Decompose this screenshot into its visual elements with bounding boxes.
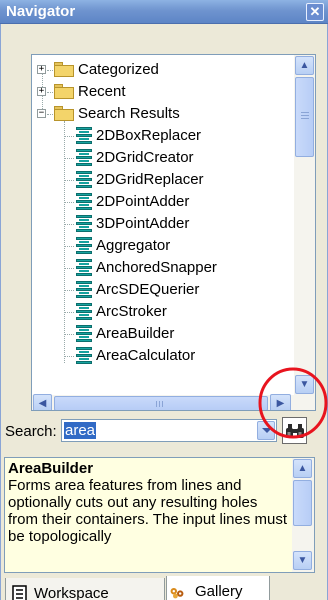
navigator-window: Navigator ✕ + Categorized + Recent − Search R… [0, 0, 328, 600]
transformer-icon [76, 193, 92, 211]
close-icon: ✕ [309, 4, 321, 19]
tab-gallery[interactable]: Gallery [166, 576, 270, 600]
tree-horizontal-scrollbar[interactable]: ◀ ▶ [32, 394, 315, 410]
expand-icon[interactable]: + [37, 87, 46, 96]
tree-category-row[interactable]: + Recent [32, 81, 292, 103]
folder-icon [54, 106, 74, 121]
tree-result-label: AnchoredSnapper [96, 259, 217, 276]
folder-icon [54, 84, 74, 99]
scroll-up-button[interactable]: ▲ [295, 56, 314, 75]
tree-result-item[interactable]: AreaBuilder [32, 323, 292, 345]
workspace-icon [12, 585, 27, 600]
transformer-icon [76, 259, 92, 277]
tree-result-label: Aggregator [96, 237, 171, 254]
tree-result-label: 2DGridCreator [96, 149, 194, 166]
title-bar: Navigator ✕ [0, 0, 328, 24]
tree-vscroll-thumb[interactable] [295, 77, 314, 157]
tree-vertical-scrollbar[interactable]: ▲ ▼ [294, 55, 315, 395]
tree-result-item[interactable]: 2DGridReplacer [32, 169, 292, 191]
tree-result-item[interactable]: AnchoredSnapper [32, 257, 292, 279]
chevron-down-icon [262, 428, 272, 433]
tree-category-row[interactable]: + Categorized [32, 59, 292, 81]
transformer-tree[interactable]: + Categorized + Recent − Search Results 2DBoxR… [31, 54, 316, 411]
panel-tabs: Workspace Gallery [1, 574, 327, 600]
search-label: Search: [5, 423, 57, 440]
tree-result-label: 3DPointAdder [96, 215, 190, 232]
tree-result-label: AreaBuilder [96, 325, 175, 342]
scroll-right-button[interactable]: ▶ [270, 394, 291, 410]
expand-icon[interactable]: + [37, 65, 46, 74]
desc-vscroll-thumb[interactable] [293, 480, 312, 526]
folder-icon [54, 62, 74, 77]
scroll-left-button[interactable]: ◀ [33, 394, 52, 410]
navigator-panel: + Categorized + Recent − Search Results 2DBoxR… [0, 24, 328, 600]
window-title: Navigator [6, 3, 76, 20]
description-panel: AreaBuilder Forms area features from lin… [4, 457, 315, 573]
description-title: AreaBuilder [8, 460, 94, 477]
description-scrollbar[interactable]: ▲ ▼ [292, 458, 314, 572]
transformer-icon [76, 303, 92, 321]
find-button[interactable] [282, 417, 307, 444]
transformer-icon [76, 127, 92, 145]
tree-category-label: Categorized [78, 61, 159, 78]
tab-workspace-label: Workspace [34, 585, 109, 600]
tab-workspace[interactable]: Workspace [5, 578, 165, 600]
tree-category-label: Recent [78, 83, 126, 100]
tree-category-label: Search Results [78, 105, 180, 122]
search-combobox[interactable]: area [61, 419, 277, 442]
tree-result-label: ArcSDEQuerier [96, 281, 200, 298]
desc-scroll-down-button[interactable]: ▼ [293, 551, 312, 570]
tree-result-item[interactable]: 2DGridCreator [32, 147, 292, 169]
transformer-icon [76, 281, 92, 299]
transformer-icon [76, 237, 92, 255]
close-button[interactable]: ✕ [306, 3, 324, 21]
transformer-icon [76, 215, 92, 233]
tree-result-item[interactable]: ArcSDEQuerier [32, 279, 292, 301]
tree-content: + Categorized + Recent − Search Results 2DBoxR… [32, 55, 294, 395]
transformer-icon [76, 171, 92, 189]
tree-result-item[interactable]: 3DPointAdder [32, 213, 292, 235]
tree-result-item[interactable]: Aggregator [32, 235, 292, 257]
tree-result-item[interactable]: ArcStroker [32, 301, 292, 323]
search-dropdown-button[interactable] [257, 421, 275, 440]
search-input[interactable]: area [64, 422, 97, 439]
gallery-icon [170, 588, 184, 599]
tree-result-item[interactable]: AreaCalculator [32, 345, 292, 367]
tree-result-label: AreaCalculator [96, 347, 196, 364]
tree-hscroll-thumb[interactable] [54, 396, 268, 410]
tab-gallery-label: Gallery [195, 583, 243, 600]
tree-result-item[interactable]: 2DBoxReplacer [32, 125, 292, 147]
transformer-icon [76, 325, 92, 343]
binoculars-icon [286, 424, 304, 438]
tree-result-label: ArcStroker [96, 303, 167, 320]
transformer-icon [76, 347, 92, 365]
tree-result-label: 2DPointAdder [96, 193, 190, 210]
scroll-down-button[interactable]: ▼ [295, 375, 314, 394]
desc-scroll-up-button[interactable]: ▲ [293, 459, 312, 478]
tree-result-label: 2DGridReplacer [96, 171, 204, 188]
collapse-icon[interactable]: − [37, 109, 46, 118]
tree-category-row[interactable]: − Search Results [32, 103, 292, 125]
tree-result-item[interactable]: 2DPointAdder [32, 191, 292, 213]
tree-result-label: 2DBoxReplacer [96, 127, 202, 144]
transformer-icon [76, 149, 92, 167]
description-text: Forms area features from lines and optio… [8, 477, 288, 545]
